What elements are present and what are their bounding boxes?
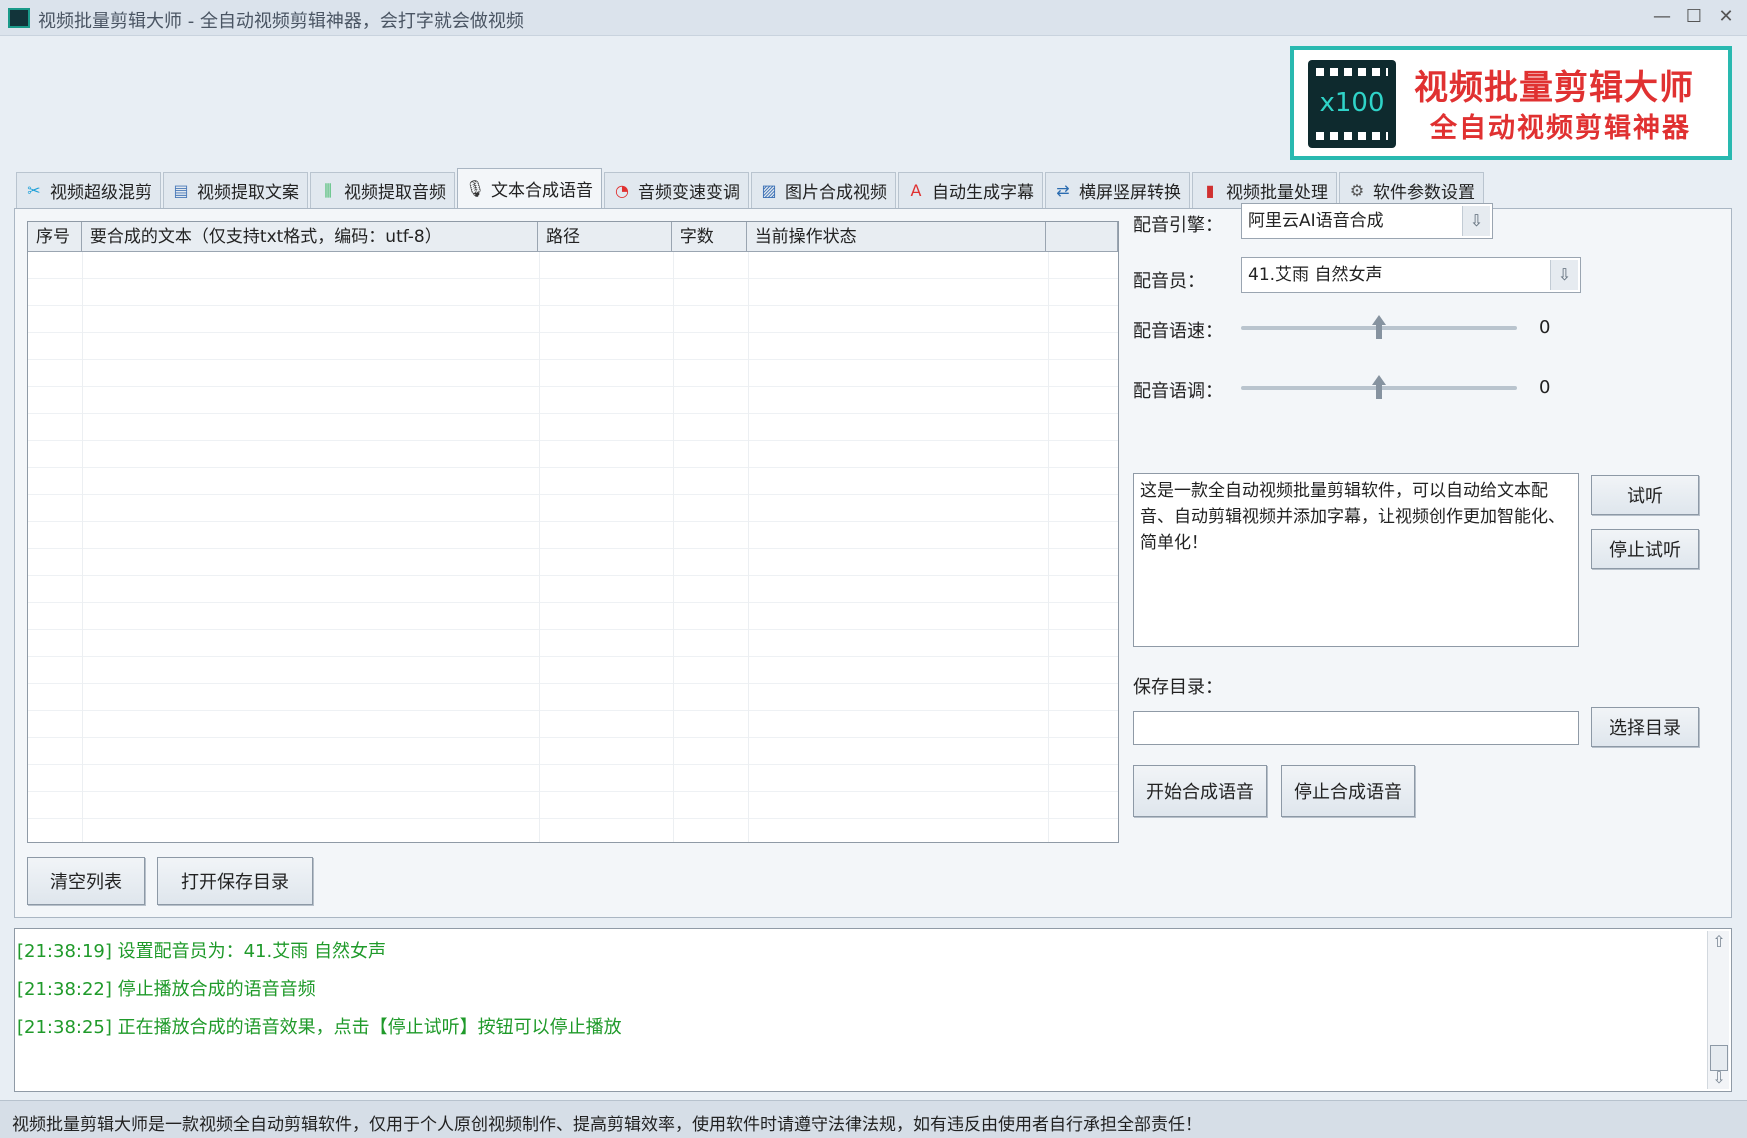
stop-synthesis-button[interactable]: 停止合成语音 — [1281, 765, 1415, 817]
status-bar: 视频批量剪辑大师是一款视频全自动剪辑软件，仅用于个人原创视频制作、提高剪辑效率，… — [0, 1100, 1747, 1138]
column-header[interactable]: 当前操作状态 — [747, 222, 1047, 252]
maximize-icon[interactable]: ☐ — [1683, 4, 1705, 30]
column-header[interactable]: 路径 — [538, 222, 672, 252]
chevron-down-icon[interactable]: ⇩ — [1550, 260, 1578, 290]
start-synthesis-button[interactable]: 开始合成语音 — [1133, 765, 1267, 817]
open-save-dir-button[interactable]: 打开保存目录 — [157, 857, 313, 905]
app-icon — [8, 8, 30, 28]
log-line: [21:38:25] 正在播放合成的语音效果，点击【停止试听】按钮可以停止播放 — [17, 1017, 622, 1038]
column-header[interactable]: 要合成的文本（仅支持txt格式，编码：utf-8） — [82, 222, 539, 252]
tab-3[interactable]: ⫼ 视频提取音频 — [310, 172, 455, 208]
pitch-value: 0 — [1539, 377, 1551, 398]
sample-text-area[interactable]: 这是一款全自动视频批量剪辑软件，可以自动给文本配音、自动剪辑视频并添加字幕，让视… — [1133, 473, 1579, 647]
pitch-label: 配音语调： — [1133, 381, 1223, 402]
tab-label: 图片合成视频 — [785, 183, 887, 203]
tab-6[interactable]: ▨ 图片合成视频 — [751, 172, 896, 208]
tab-label: 自动生成字幕 — [932, 183, 1034, 203]
title-bar: 视频批量剪辑大师 - 全自动视频剪辑神器，会打字就会做视频 — ☐ ✕ — [0, 0, 1747, 36]
window-title: 视频批量剪辑大师 - 全自动视频剪辑神器，会打字就会做视频 — [38, 11, 524, 32]
banner-subtitle: 全自动视频剪辑神器 — [1430, 113, 1691, 144]
film-logo-icon: x100 — [1308, 60, 1396, 148]
speed-slider[interactable] — [1241, 315, 1517, 339]
tab-label: 视频提取文案 — [197, 183, 299, 203]
speed-value: 0 — [1539, 317, 1551, 338]
voice-value: 41.艾雨 自然女声 — [1248, 265, 1383, 285]
rotate-screen-icon: ⇄ — [1056, 180, 1070, 200]
window-controls: — ☐ ✕ — [1651, 4, 1737, 30]
text-file-table[interactable]: 序号 要合成的文本（仅支持txt格式，编码：utf-8） 路径 字数 当前操作状态 — [27, 221, 1119, 843]
engine-select[interactable]: 阿里云AI语音合成 ⇩ — [1241, 203, 1493, 239]
tab-8[interactable]: ⇄ 横屏竖屏转换 — [1045, 172, 1190, 208]
gear-icon: ⚙ — [1349, 180, 1365, 200]
logo-text: x100 — [1319, 88, 1385, 118]
scroll-down-icon[interactable]: ⇩ — [1710, 1067, 1728, 1089]
voice-select[interactable]: 41.艾雨 自然女声 ⇩ — [1241, 257, 1581, 293]
tab-1[interactable]: ✂ 视频超级混剪 — [16, 172, 161, 208]
column-header[interactable]: 字数 — [672, 222, 747, 252]
tab-label: 横屏竖屏转换 — [1079, 183, 1181, 203]
log-line: [21:38:19] 设置配音员为：41.艾雨 自然女声 — [17, 941, 386, 962]
tab-label: 视频批量处理 — [1226, 183, 1328, 203]
tab-7[interactable]: A 自动生成字幕 — [898, 172, 1043, 208]
close-icon[interactable]: ✕ — [1715, 4, 1737, 30]
tab-label: 音频变速变调 — [638, 183, 740, 203]
minimize-icon[interactable]: — — [1651, 4, 1673, 30]
choose-dir-button[interactable]: 选择目录 — [1591, 707, 1699, 747]
waveform-icon: ⫼ — [324, 180, 332, 200]
voice-label: 配音员： — [1133, 271, 1205, 292]
engine-value: 阿里云AI语音合成 — [1248, 211, 1384, 231]
tab-5[interactable]: ◔ 音频变速变调 — [604, 172, 749, 208]
column-header[interactable]: 序号 — [28, 222, 82, 252]
speedometer-icon: ◔ — [615, 180, 629, 200]
table-body[interactable] — [28, 252, 1118, 842]
status-text: 视频批量剪辑大师是一款视频全自动剪辑软件，仅用于个人原创视频制作、提高剪辑效率，… — [12, 1115, 1202, 1135]
clear-list-button[interactable]: 清空列表 — [27, 857, 145, 905]
log-panel[interactable]: [21:38:19] 设置配音员为：41.艾雨 自然女声 [21:38:22] … — [14, 928, 1732, 1092]
save-dir-label: 保存目录： — [1133, 677, 1223, 698]
table-header: 序号 要合成的文本（仅支持txt格式，编码：utf-8） 路径 字数 当前操作状态 — [28, 222, 1118, 252]
log-scrollbar[interactable]: ⇧ ⇩ — [1707, 931, 1729, 1089]
document-icon: ▤ — [173, 180, 189, 200]
tab-label: 视频超级混剪 — [50, 183, 152, 203]
log-line: [21:38:22] 停止播放合成的语音音频 — [17, 979, 316, 1000]
tab-4[interactable]: 🎙 文本合成语音 — [457, 168, 602, 208]
microphone-icon: 🎙 — [464, 178, 486, 198]
brand-banner: x100 视频批量剪辑大师 全自动视频剪辑神器 — [1290, 46, 1732, 160]
column-header[interactable] — [1046, 222, 1118, 252]
scroll-up-icon[interactable]: ⇧ — [1710, 931, 1728, 953]
save-dir-input[interactable] — [1133, 711, 1579, 745]
slider-thumb[interactable] — [1372, 315, 1386, 339]
engine-label: 配音引擎： — [1133, 215, 1223, 236]
stop-preview-button[interactable]: 停止试听 — [1591, 529, 1699, 569]
pitch-slider[interactable] — [1241, 375, 1517, 399]
tab-label: 软件参数设置 — [1373, 183, 1475, 203]
tab-label: 视频提取音频 — [344, 183, 446, 203]
tab-label: 文本合成语音 — [491, 181, 593, 201]
speed-label: 配音语速： — [1133, 321, 1223, 342]
preview-button[interactable]: 试听 — [1591, 475, 1699, 515]
slider-thumb[interactable] — [1372, 375, 1386, 399]
font-icon: A — [910, 180, 922, 200]
tts-panel: 序号 要合成的文本（仅支持txt格式，编码：utf-8） 路径 字数 当前操作状态 清空… — [14, 203, 1732, 918]
banner-title: 视频批量剪辑大师 — [1414, 68, 1694, 108]
picture-icon: ▨ — [761, 180, 777, 200]
film-icon: ▮ — [1205, 180, 1215, 200]
tab-2[interactable]: ▤ 视频提取文案 — [163, 172, 308, 208]
scissors-icon: ✂ — [27, 180, 41, 200]
chevron-down-icon[interactable]: ⇩ — [1462, 206, 1490, 236]
